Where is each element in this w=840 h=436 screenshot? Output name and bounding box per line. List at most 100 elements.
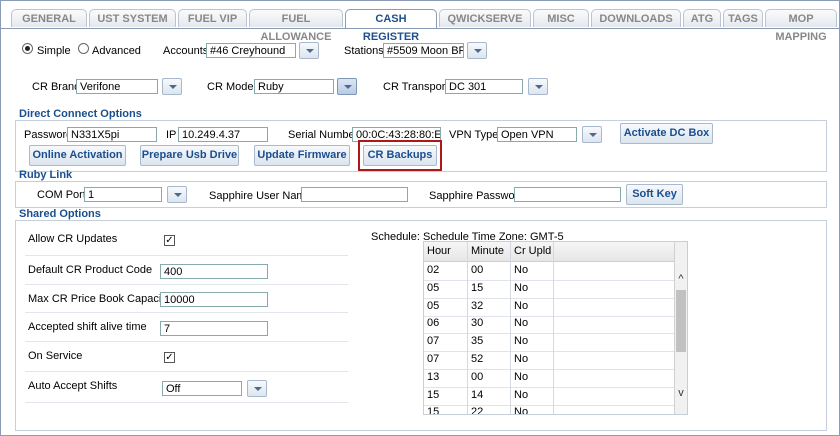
table-cell: 32 <box>471 299 484 312</box>
stations-dropdown-button[interactable] <box>467 42 487 59</box>
chevron-down-icon <box>169 85 177 89</box>
prepare-usb-drive-button[interactable]: Prepare Usb Drive <box>140 145 239 166</box>
advanced-radio[interactable] <box>78 43 89 54</box>
column-header-minute[interactable]: Minute <box>468 243 511 260</box>
dc-ip-field[interactable]: 10.249.4.37 <box>178 127 268 142</box>
cr-transport-dropdown-button[interactable] <box>528 78 548 95</box>
sapphire-user-field[interactable] <box>301 187 408 202</box>
vpn-type-dropdown-button[interactable] <box>582 126 602 143</box>
stations-label: Stations <box>344 45 384 57</box>
table-cell: 00 <box>471 370 484 383</box>
row-divider <box>25 255 348 256</box>
schedule-scrollbar[interactable]: ^ v <box>674 242 687 414</box>
table-cell: 14 <box>471 388 484 401</box>
on-service-checkbox[interactable]: ✓ <box>164 352 175 363</box>
column-header-hour[interactable]: Hour <box>424 243 468 260</box>
sapphire-password-field[interactable] <box>514 187 621 202</box>
table-row[interactable]: 05 32 No <box>424 298 674 317</box>
table-cell: 00 <box>471 264 484 276</box>
simple-radio[interactable] <box>22 43 33 54</box>
tab-mop-mapping[interactable]: MOP MAPPING <box>765 9 837 43</box>
cr-brand-select[interactable]: Verifone <box>76 79 158 94</box>
table-cell: No <box>514 281 529 294</box>
stations-select[interactable]: #5509 Moon BP <box>383 43 464 58</box>
allow-cr-updates-checkbox[interactable]: ✓ <box>164 235 175 246</box>
activate-dc-box-button[interactable]: Activate DC Box <box>620 123 713 144</box>
table-row[interactable]: 07 52 No <box>424 351 674 370</box>
auto-accept-dropdown-button[interactable] <box>247 380 267 397</box>
tab-fuel-vip[interactable]: FUEL VIP <box>178 9 247 27</box>
tab-ust-system[interactable]: UST SYSTEM <box>89 9 176 27</box>
auto-accept-select[interactable]: Off <box>162 381 242 396</box>
table-row[interactable]: 07 35 No <box>424 333 674 353</box>
table-cell: No <box>514 370 529 383</box>
schedule-label: Schedule: <box>371 231 420 243</box>
shift-alive-label: Accepted shift alive time <box>28 321 147 333</box>
table-cell: 07 <box>427 353 440 365</box>
table-row[interactable]: 15 22 No <box>424 404 674 415</box>
table-cell: 35 <box>471 335 484 348</box>
default-product-code-field[interactable]: 400 <box>160 264 268 279</box>
cash-register-panel: GENERAL UST SYSTEM FUEL VIP FUEL ALLOWAN… <box>0 0 840 436</box>
tab-qwickserve[interactable]: QWICKSERVE <box>439 9 531 27</box>
on-service-label: On Service <box>28 350 83 362</box>
cr-backups-button[interactable]: CR Backups <box>363 145 437 166</box>
cr-model-select[interactable]: Ruby <box>254 79 334 94</box>
scrollbar-thumb[interactable] <box>676 290 686 352</box>
table-cell: 22 <box>471 406 484 415</box>
chevron-down-icon <box>535 85 543 89</box>
table-row[interactable]: 15 14 No <box>424 387 674 406</box>
table-cell: 07 <box>427 335 440 348</box>
table-cell: 15 <box>427 406 440 415</box>
dc-password-label: Password <box>24 129 73 141</box>
tab-general[interactable]: GENERAL <box>11 9 87 27</box>
vpn-type-label: VPN Type <box>449 129 499 141</box>
update-firmware-button[interactable]: Update Firmware <box>254 145 350 166</box>
table-cell: No <box>514 299 529 312</box>
tab-fuel-allowance[interactable]: FUEL ALLOWANCE <box>249 9 343 43</box>
column-header-cr-upld[interactable]: Cr Upld <box>511 243 554 260</box>
table-cell: 05 <box>427 281 440 294</box>
tab-misc[interactable]: MISC <box>533 9 589 27</box>
cr-model-dropdown-button[interactable] <box>337 78 357 95</box>
cr-brand-dropdown-button[interactable] <box>162 78 182 95</box>
table-cell: No <box>514 406 529 415</box>
online-activation-button[interactable]: Online Activation <box>29 145 126 166</box>
tab-atg[interactable]: ATG <box>683 9 721 27</box>
schedule-grid-header: Hour Minute Cr Upld <box>424 242 674 262</box>
accounts-select[interactable]: #46 Creyhound <box>206 43 296 58</box>
scroll-up-icon[interactable]: ^ <box>676 274 686 285</box>
chevron-down-icon <box>344 85 352 89</box>
dc-ip-label: IP <box>166 129 177 141</box>
table-row[interactable]: 05 15 No <box>424 280 674 299</box>
table-cell: 05 <box>427 299 440 312</box>
soft-key-button[interactable]: Soft Key <box>626 184 683 205</box>
serial-number-label: Serial Number <box>288 129 359 141</box>
com-port-dropdown-button[interactable] <box>167 186 187 203</box>
chevron-down-icon <box>174 193 182 197</box>
allow-cr-updates-label: Allow CR Updates <box>28 233 118 245</box>
tab-tags[interactable]: TAGS <box>723 9 763 27</box>
tab-downloads[interactable]: DOWNLOADS <box>591 9 681 27</box>
column-divider <box>510 242 511 414</box>
accounts-dropdown-button[interactable] <box>299 42 319 59</box>
table-row[interactable]: 13 00 No <box>424 369 674 388</box>
table-cell: 15 <box>471 281 484 294</box>
vpn-type-select[interactable]: Open VPN <box>497 127 577 142</box>
com-port-select[interactable]: 1 <box>84 187 162 202</box>
column-divider <box>467 242 468 414</box>
tab-divider <box>1 28 839 29</box>
tab-cash-register[interactable]: CASH REGISTER <box>345 9 437 43</box>
table-cell: 52 <box>471 353 484 365</box>
scroll-down-icon[interactable]: v <box>676 388 686 399</box>
accounts-label: Accounts <box>163 45 209 57</box>
table-cell: No <box>514 335 529 348</box>
shift-alive-field[interactable]: 7 <box>160 321 268 336</box>
dc-password-field[interactable]: N331X5pi <box>67 127 157 142</box>
table-row[interactable]: 06 30 No <box>424 315 674 335</box>
row-divider <box>25 402 348 403</box>
cr-transport-select[interactable]: DC 301 <box>445 79 523 94</box>
chevron-down-icon <box>474 49 482 53</box>
max-price-book-field[interactable]: 10000 <box>160 292 268 307</box>
table-row[interactable]: 02 00 No <box>424 262 674 281</box>
